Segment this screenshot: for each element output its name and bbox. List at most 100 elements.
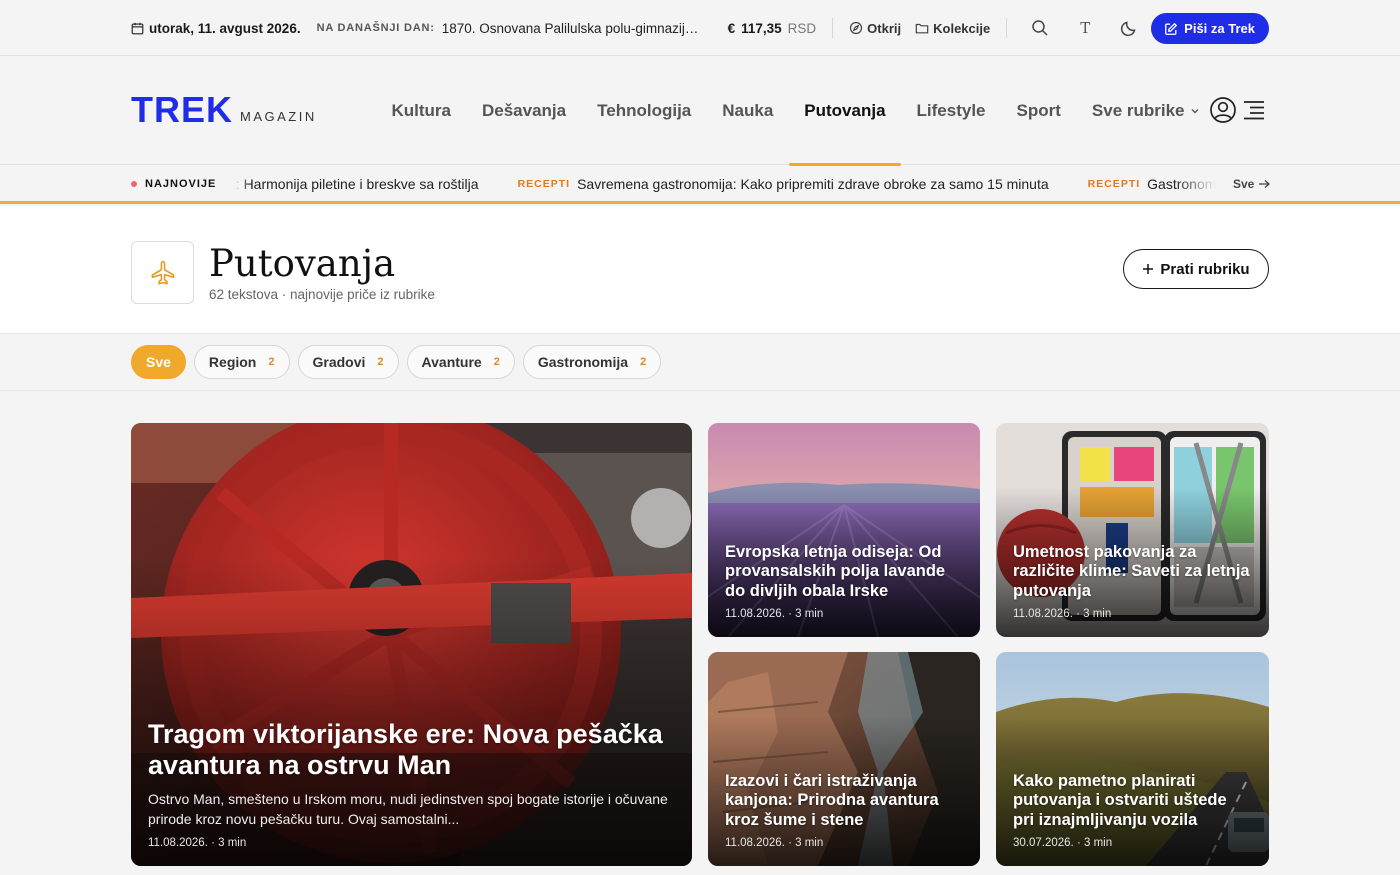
section-header: Putovanja 62 tekstova · najnovije priče … [0,206,1400,334]
card-date: 30.07.2026. [1013,837,1074,849]
article-card[interactable]: Kako pametno planirati putovanja i ostva… [996,652,1269,866]
moon-icon [1121,21,1136,37]
divider [832,18,834,38]
collections-link[interactable]: Kolekcije [915,21,990,36]
filter-chip-region[interactable]: Region 2 [193,345,290,379]
news-ticker: NAJNOVIJE a: Harmonija piletine i breskv… [0,166,1400,204]
menu-icon[interactable] [1242,99,1266,121]
card-body: Evropska letnja odiseja: Od provansalski… [725,543,963,621]
card-title[interactable]: Evropska letnja odiseja: Od provansalski… [725,543,963,602]
nav-item-lifestyle[interactable]: Lifestyle [901,57,1001,165]
on-this-day-label: NA DANAŠNJI DAN: [316,22,435,34]
article-card[interactable]: Izazovi i čari istraživanja kanjona: Pri… [708,652,980,866]
arrow-right-icon [1259,179,1271,188]
card-excerpt: Ostrvo Man, smešteno u Irskom moru, nudi… [148,791,668,827]
card-body: Kako pametno planirati putovanja i ostva… [1013,772,1252,850]
filter-chip-count: 2 [493,356,500,368]
site-header: TREK MAGAZIN Kultura Dešavanja Tehnologi… [0,57,1400,166]
calendar-icon [131,22,144,34]
filter-chip-count: 2 [377,356,384,368]
follow-label: Prati rubriku [1160,260,1250,278]
card-body: Tragom viktorijanske ere: Nova pešačka a… [148,719,675,849]
main-nav: Kultura Dešavanja Tehnologija Nauka Puto… [376,57,1215,166]
nav-item-tehnologija[interactable]: Tehnologija [582,57,707,165]
write-for-trek-button[interactable]: Piši za Trek [1151,13,1269,44]
ticker-item-tag: RECEPTI [1087,177,1141,190]
card-body: Umetnost pakovanja za različite klime: S… [1013,543,1252,621]
currency-rate: € 117,35 RSD [728,21,817,36]
card-title[interactable]: Izazovi i čari istraživanja kanjona: Pri… [725,772,963,831]
chevron-down-icon [1191,109,1199,114]
filter-chip-gastronomija[interactable]: Gastronomija 2 [522,345,662,379]
card-body: Izazovi i čari istraživanja kanjona: Pri… [725,772,963,850]
card-meta: 11.08.2026. · 3 min [725,837,824,849]
nav-item-kultura[interactable]: Kultura [376,57,467,165]
article-card[interactable]: Umetnost pakovanja za različite klime: S… [996,423,1269,637]
ticker-track: a: Harmonija piletine i breskve sa rošti… [234,166,1216,201]
card-meta: 11.08.2026. · 3 min [1013,608,1112,620]
nav-item-sport[interactable]: Sport [1001,57,1076,165]
nav-item-all-sections[interactable]: Sve rubrike [1076,57,1215,165]
filter-chip-label: Gradovi [312,354,366,370]
compass-icon [850,21,863,35]
card-title[interactable]: Umetnost pakovanja za različite klime: S… [1013,543,1252,602]
ticker-item-tag: RECEPTI [517,177,571,190]
card-meta: 11.08.2026. · 3 min [148,837,247,849]
nav-item-desavanja[interactable]: Dešavanja [467,57,582,165]
nav-item-putovanja[interactable]: Putovanja [788,57,902,166]
filter-chip-label: Avanture [421,354,482,370]
follow-section-button[interactable]: Prati rubriku [1123,249,1269,289]
article-card[interactable]: Evropska letnja odiseja: Od provansalski… [708,423,980,637]
ticker-item[interactable]: RECEPTI Savremena gastronomija: Kako pri… [518,176,1049,192]
dark-mode-button[interactable] [1118,17,1140,39]
nav-item-label: Sve rubrike [1091,101,1185,120]
ticker-label-text: NAJNOVIJE [145,177,217,190]
user-account-icon[interactable] [1209,96,1237,124]
nav-item-nauka[interactable]: Nauka [707,57,789,165]
card-date: 11.08.2026. [725,837,785,849]
write-label: Piši za Trek [1184,21,1255,36]
card-read-time: 3 min [795,837,824,849]
section-meta: 62 tekstova · najnovije priče iz rubrike [209,287,435,302]
ticker-item-text: Savremena gastronomija: Kako pripremiti … [577,175,1049,192]
airplane-icon [151,260,174,284]
filter-chip-count: 2 [268,356,275,368]
divider [1006,18,1008,38]
card-meta: 30.07.2026. · 3 min [1013,837,1113,849]
plus-icon [1143,264,1154,274]
currency-symbol: € [727,20,736,36]
logo-subtitle: MAGAZIN [240,109,317,124]
site-logo[interactable]: TREK MAGAZIN [131,92,317,128]
ticker-strip: a: Harmonija piletine i breskve sa rošti… [234,166,1216,201]
card-title[interactable]: Kako pametno planirati putovanja i ostva… [1013,772,1252,831]
folder-icon [915,23,929,34]
ticker-item-text: Gastronomska [1147,175,1216,192]
live-dot-icon [131,180,137,187]
section-title: Putovanja [209,242,396,285]
card-read-time: 3 min [795,608,824,620]
card-read-time: 3 min [1084,837,1113,849]
currency-unit: RSD [787,20,817,36]
ticker-item[interactable]: RECEPTI Gastronomska [1088,176,1216,192]
card-title[interactable]: Tragom viktorijanske ere: Nova pešačka a… [148,719,675,781]
filter-chip-gradovi[interactable]: Gradovi 2 [297,345,399,379]
featured-article-card[interactable]: Tragom viktorijanske ere: Nova pešačka a… [131,423,692,866]
filter-chip-all[interactable]: Sve [131,345,186,379]
ticker-item[interactable]: a: Harmonija piletine i breskve sa rošti… [234,176,479,192]
ticker-label: NAJNOVIJE [131,166,216,201]
currency-value: 117,35 [741,20,782,36]
filter-chip-label: Gastronomija [537,354,629,370]
discover-link[interactable]: Otkrij [849,21,901,36]
filter-chip-avanture[interactable]: Avanture 2 [406,345,515,379]
top-bar: utorak, 11. avgust 2026. NA DANAŠNJI DAN… [0,0,1400,56]
on-this-day-text[interactable]: 1870. Osnovana Palilulska polu-gimnazija… [442,21,703,36]
ticker-all-link[interactable]: Sve [1233,166,1271,201]
text-size-button[interactable]: T [1074,17,1096,39]
ticker-all-label: Sve [1233,176,1255,191]
card-date: 11.08.2026. [725,608,785,620]
search-button[interactable] [1029,17,1051,39]
card-read-time: 3 min [218,837,247,849]
on-this-day[interactable]: NA DANAŠNJI DAN: 1870. Osnovana Paliluls… [317,21,703,36]
card-date: 11.08.2026. [1013,608,1073,620]
discover-label: Otkrij [867,20,902,36]
